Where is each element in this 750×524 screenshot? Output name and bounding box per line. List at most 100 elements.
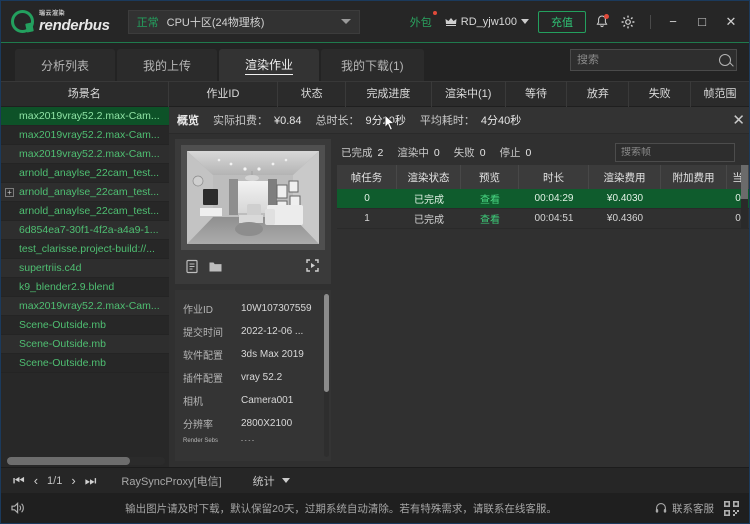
first-page-button[interactable]: ⏮ — [13, 474, 25, 487]
job-search-box[interactable] — [570, 49, 737, 71]
main-body: max2019vray52.2.max-Cam... max2019vray52… — [1, 107, 749, 467]
info-key: 插件配置 — [183, 370, 241, 385]
info-key: 软件配置 — [183, 347, 241, 362]
column-header-status[interactable]: 状态 — [278, 81, 346, 107]
job-list-item[interactable]: test_clarisse.project-build://... — [1, 240, 169, 259]
column-header-scene-name[interactable]: 场景名 — [1, 81, 169, 107]
recharge-button[interactable]: 充值 — [538, 11, 586, 33]
tab-my-uploads[interactable]: 我的上传 — [117, 49, 217, 81]
qrcode-icon[interactable] — [724, 501, 739, 516]
render-preview-image[interactable] — [181, 145, 325, 250]
frame-table-vertical-scrollbar[interactable] — [741, 165, 748, 229]
info-key: 相机 — [183, 393, 241, 408]
job-list-item[interactable]: max2019vray52.2.max-Cam... — [1, 107, 169, 126]
job-list-item[interactable]: k9_blender2.9.blend — [1, 278, 169, 297]
job-list-item[interactable]: Scene-Outside.mb — [1, 354, 169, 373]
info-vertical-scrollbar[interactable] — [324, 294, 329, 457]
frame-column-extra-cost[interactable]: 附加费用 — [661, 165, 727, 189]
tab-label: 我的下载(1) — [341, 57, 404, 74]
job-name-label: max2019vray52.2.max-Cam... — [19, 148, 160, 160]
notification-badge-dot — [604, 14, 609, 19]
next-page-button[interactable]: › — [71, 474, 75, 487]
frame-column-preview[interactable]: 预览 — [461, 165, 519, 189]
frame-duration: 00:04:51 — [519, 209, 589, 228]
job-list-item[interactable]: arnold_anaylse_22cam_test... — [1, 202, 169, 221]
job-detail-panel: 概览 实际扣费：¥0.84 总时长：9分20秒 平均耗时：4分40秒 ✕ — [169, 107, 749, 467]
tab-analysis-list[interactable]: 分析列表 — [15, 49, 115, 81]
close-detail-button[interactable]: ✕ — [732, 113, 745, 128]
stat-completed-key: 已完成 — [341, 147, 373, 159]
job-list[interactable]: max2019vray52.2.max-Cam... max2019vray52… — [1, 107, 169, 467]
search-input[interactable] — [577, 54, 719, 66]
scrollbar-thumb[interactable] — [7, 457, 130, 465]
job-info-card: 作业ID 10W107307559 提交时间 2022-12-06 ... 软件… — [175, 290, 331, 461]
job-list-item[interactable]: 6d854ea7-30f1-4f2a-a4a9-1... — [1, 221, 169, 240]
job-list-item[interactable]: supertriis.c4d — [1, 259, 169, 278]
column-header-job-id[interactable]: 作业ID — [169, 81, 279, 107]
column-header-rendering[interactable]: 渲染中(1) — [432, 81, 506, 107]
info-row: 提交时间 2022-12-06 ... — [183, 320, 323, 343]
outsource-badge-dot — [433, 11, 437, 15]
outsource-label: 外包 — [410, 17, 432, 29]
column-header-failed[interactable]: 失败 — [629, 81, 691, 107]
column-header-frame-range[interactable]: 帧范围 — [691, 81, 749, 107]
frame-column-render-cost[interactable]: 渲染费用 — [589, 165, 661, 189]
scrollbar-thumb[interactable] — [741, 165, 748, 199]
frame-search-input[interactable] — [621, 147, 749, 158]
job-name-label: arnold_anaylse_22cam_test... — [19, 167, 159, 179]
folder-icon[interactable] — [208, 259, 223, 274]
outsource-link[interactable]: 外包 — [410, 14, 436, 30]
fullscreen-icon[interactable] — [306, 259, 321, 274]
job-list-item[interactable]: + arnold_anaylse_22cam_test... — [1, 183, 169, 202]
job-list-item[interactable]: Scene-Outside.mb — [1, 316, 169, 335]
job-name-label: supertriis.c4d — [19, 262, 81, 274]
job-list-item[interactable]: arnold_anaylse_22cam_test... — [1, 164, 169, 183]
statistics-dropdown[interactable]: 统计 — [253, 473, 290, 489]
document-icon[interactable] — [185, 259, 200, 274]
gear-icon[interactable] — [618, 12, 638, 32]
node-name-label: CPU十区(24物理核) — [167, 14, 265, 30]
column-header-progress[interactable]: 完成进度 — [346, 81, 432, 107]
job-list-item[interactable]: max2019vray52.2.max-Cam... — [1, 297, 169, 316]
frame-search-box[interactable] — [615, 143, 735, 162]
expand-toggle-icon[interactable]: + — [5, 188, 14, 197]
avg-duration-summary: 平均耗时：4分40秒 — [420, 112, 521, 128]
frame-table-row[interactable]: 0 已完成 查看 00:04:29 ¥0.4030 0 — [337, 189, 749, 209]
bell-icon[interactable] — [595, 14, 609, 29]
frame-column-status[interactable]: 渲染状态 — [397, 165, 461, 189]
user-menu[interactable]: RD_yjw100 — [445, 16, 529, 28]
total-duration-value: 9分20秒 — [366, 115, 406, 127]
prev-page-button[interactable]: ‹ — [34, 474, 38, 487]
frame-column-duration[interactable]: 时长 — [519, 165, 589, 189]
column-header-waiting[interactable]: 等待 — [506, 81, 568, 107]
last-page-button[interactable]: ⏭ — [85, 474, 97, 487]
chevron-down-icon — [521, 19, 529, 24]
contact-support-button[interactable]: 联系客服 — [655, 501, 714, 516]
speaker-icon[interactable] — [11, 501, 27, 515]
column-header-abandoned[interactable]: 放弃 — [567, 81, 629, 107]
job-list-horizontal-scrollbar[interactable] — [7, 457, 165, 465]
job-list-item[interactable]: max2019vray52.2.max-Cam... — [1, 145, 169, 164]
frame-preview-link[interactable]: 查看 — [461, 189, 519, 208]
close-button[interactable]: ✕ — [721, 12, 741, 32]
scrollbar-thumb[interactable] — [324, 294, 329, 392]
info-row: 插件配置 vray 52.2 — [183, 366, 323, 389]
minimize-button[interactable]: − — [663, 12, 683, 32]
tab-my-downloads[interactable]: 我的下载(1) — [321, 49, 424, 81]
tab-label: 分析列表 — [41, 57, 89, 74]
frame-table-row[interactable]: 1 已完成 查看 00:04:51 ¥0.4360 0 — [337, 209, 749, 229]
frame-preview-link[interactable]: 查看 — [461, 209, 519, 228]
logo-chinese-name: 瑞云渲染 — [39, 11, 110, 17]
render-node-select[interactable]: 正常 CPU十区(24物理核) — [128, 10, 360, 34]
tab-render-jobs[interactable]: 渲染作业 — [219, 49, 319, 81]
frame-column-task[interactable]: 帧任务 — [337, 165, 397, 189]
maximize-button[interactable]: □ — [692, 12, 712, 32]
job-list-item[interactable]: Scene-Outside.mb — [1, 335, 169, 354]
search-icon[interactable] — [719, 54, 731, 66]
preview-card — [175, 139, 331, 284]
main-tabs: 分析列表 我的上传 渲染作业 我的下载(1) — [1, 43, 749, 81]
info-value: 2800X2100 — [241, 418, 323, 429]
username-label: RD_yjw100 — [461, 16, 517, 28]
stat-stopped-value: 0 — [526, 147, 532, 159]
job-list-item[interactable]: max2019vray52.2.max-Cam... — [1, 126, 169, 145]
